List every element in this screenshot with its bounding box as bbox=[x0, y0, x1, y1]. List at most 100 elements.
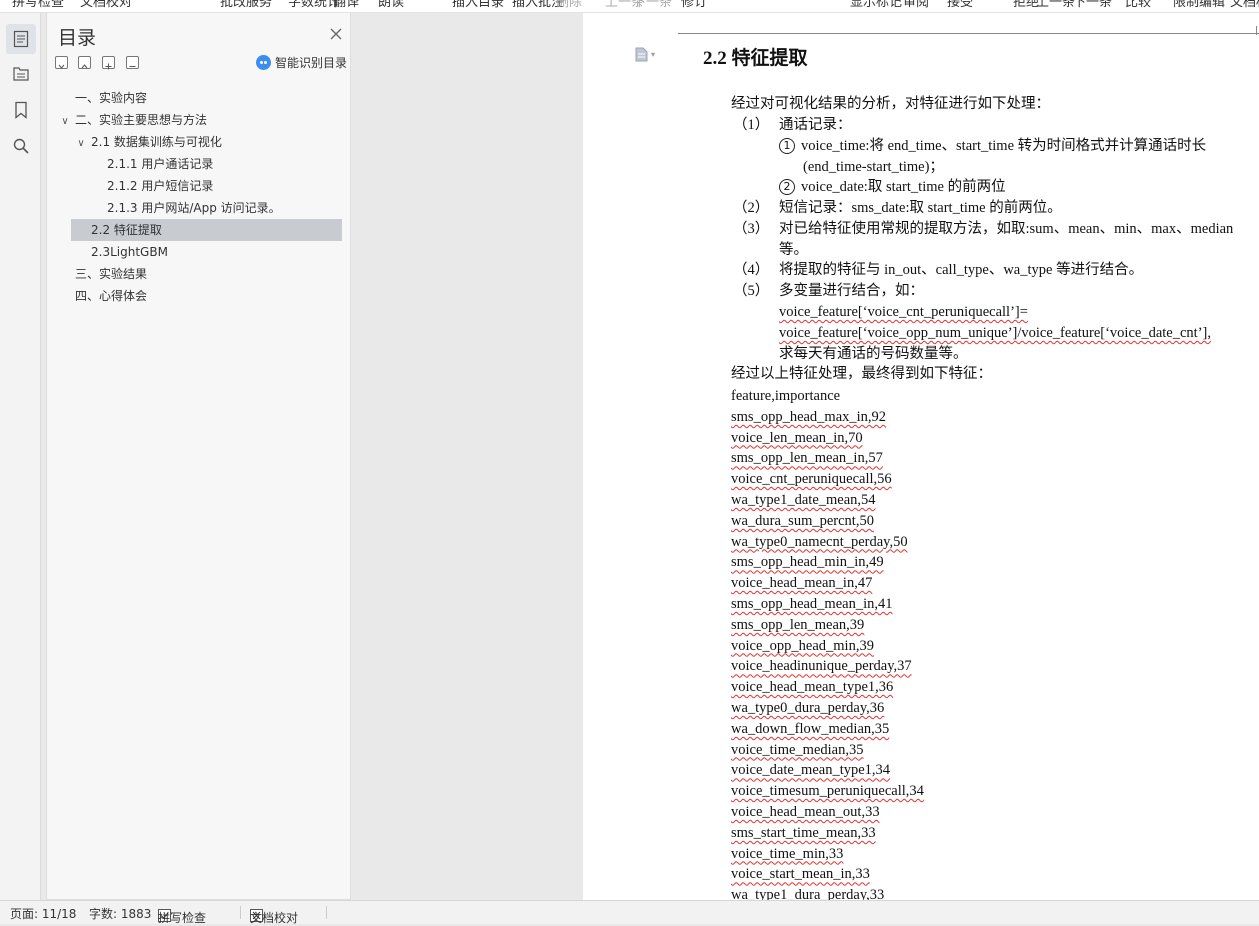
feature-row: voice_time_median,35 bbox=[731, 741, 864, 758]
paragraph-menu-icon[interactable]: ▾ bbox=[635, 47, 655, 62]
sub-item-continuation: (end_time-start_time)； bbox=[803, 159, 944, 175]
outline-icon[interactable] bbox=[6, 59, 36, 89]
toc-item-label: 四、心得体会 bbox=[75, 289, 148, 303]
formula-line: voice_feature[‘voice_opp_num_unique’]/vo… bbox=[779, 325, 1211, 341]
feature-row: wa_type0_dura_perday,36 bbox=[731, 700, 885, 716]
item-continuation: 等。 bbox=[779, 242, 808, 258]
feature-row: voice_start_mean_in,33 bbox=[731, 866, 870, 883]
summary-paragraph: 经过以上特征处理，最终得到如下特征： bbox=[731, 366, 992, 382]
sub-item: 1 voice_time:将 end_time、start_time 转为时间格式… bbox=[779, 136, 1206, 156]
item-continuation: 求每天有通话的号码数量等。 bbox=[779, 346, 968, 362]
close-icon[interactable] bbox=[330, 25, 344, 40]
ribbon-item[interactable]: 上一条 bbox=[1036, 0, 1075, 10]
feature-row: sms_opp_head_mean_in,41 bbox=[731, 596, 893, 612]
toc-item-label: 2.1 数据集训练与可视化 bbox=[91, 135, 222, 149]
feature-row: voice_head_mean_type1,36 bbox=[731, 679, 894, 696]
feature-row: voice_timesum_peruniquecall,34 bbox=[731, 783, 924, 800]
page-indicator[interactable]: 页面: 11/18 bbox=[10, 905, 76, 922]
collapse-all-icon[interactable] bbox=[55, 56, 68, 69]
ribbon-item[interactable]: 接受 bbox=[947, 0, 973, 10]
item-text: 短信记录：sms_date:取 start_time 的前两位。 bbox=[779, 200, 1062, 216]
smart-toc-button[interactable]: 智能识别目录 bbox=[256, 54, 347, 71]
toc-item[interactable]: 一、实验内容 bbox=[59, 87, 147, 109]
toc-item[interactable]: 2.1.1 用户通话记录 bbox=[59, 153, 213, 175]
toc-item-label: 2.1.1 用户通话记录 bbox=[107, 157, 214, 171]
document-margin bbox=[355, 13, 583, 900]
item-text: 多变量进行结合，如： bbox=[779, 283, 924, 299]
toc-item[interactable]: 2.3LightGBM bbox=[59, 241, 168, 263]
toc-item-label: 2.1.3 用户网站/App 访问记录。 bbox=[107, 201, 281, 215]
circled-number: 1 bbox=[779, 138, 795, 154]
expand-up-icon[interactable] bbox=[78, 56, 91, 69]
feature-row: sms_opp_len_mean,39 bbox=[731, 616, 865, 633]
ribbon-item[interactable]: 修订 bbox=[681, 0, 707, 10]
toc-item-label: 三、实验结果 bbox=[75, 267, 148, 281]
toc-item-label: 2.1.2 用户短信记录 bbox=[107, 179, 214, 193]
toc-title: 目录 bbox=[58, 27, 97, 49]
feature-row: wa_dura_sum_percnt,50 bbox=[731, 512, 874, 529]
ribbon-item[interactable]: 批改服务 bbox=[220, 0, 272, 10]
bookmark-icon[interactable] bbox=[6, 95, 36, 125]
spell-check-label: 拼写检查 bbox=[158, 911, 207, 925]
search-icon[interactable] bbox=[6, 131, 36, 161]
ribbon-item[interactable]: 下一条 bbox=[633, 0, 672, 10]
divider bbox=[326, 906, 327, 919]
toc-icon[interactable] bbox=[6, 24, 36, 54]
chevron-down-icon[interactable]: ∨ bbox=[75, 133, 87, 155]
toc-item-label: 一、实验内容 bbox=[75, 91, 148, 105]
sub-item-text: voice_time:将 end_time、start_time 转为时间格式并… bbox=[801, 138, 1207, 154]
ribbon-item[interactable]: 下一条 bbox=[1073, 0, 1112, 10]
page-border-line bbox=[678, 33, 1259, 34]
spell-check-button[interactable]: 拼写检查 ▾ bbox=[158, 905, 206, 925]
ribbon-item[interactable]: 拼写检查 bbox=[12, 0, 64, 10]
navigation-rail bbox=[0, 13, 41, 900]
intro-paragraph: 经过对可视化结果的分析，对特征进行如下处理： bbox=[731, 96, 1050, 112]
item-number: （5） bbox=[733, 283, 770, 299]
sub-item-text: voice_date:取 start_time 的前两位 bbox=[801, 179, 1006, 195]
toc-item[interactable]: ∨ 2.1 数据集训练与可视化 bbox=[59, 131, 222, 153]
toc-item[interactable]: 三、实验结果 bbox=[59, 263, 147, 285]
ribbon-item[interactable]: 文档校对 bbox=[80, 0, 132, 10]
ribbon-item[interactable]: 审阅 bbox=[903, 0, 929, 10]
status-bar: 页面: 11/18 字数: 1883 拼写检查 ▾ 文档校对 bbox=[0, 900, 1259, 925]
ribbon-item[interactable]: 比较 bbox=[1125, 0, 1151, 10]
toc-item[interactable]: 四、心得体会 bbox=[59, 285, 147, 307]
item-number: （1） bbox=[733, 117, 770, 133]
add-heading-icon[interactable] bbox=[102, 56, 115, 70]
sub-item: 2 voice_date:取 start_time 的前两位 bbox=[779, 177, 1006, 197]
toc-item[interactable]: 2.1.2 用户短信记录 bbox=[59, 175, 213, 197]
toc-item[interactable]: 2.2 特征提取 bbox=[71, 219, 342, 241]
feature-row: voice_time_min,33 bbox=[731, 845, 844, 862]
ribbon-item[interactable]: 限制编辑 bbox=[1173, 0, 1225, 10]
feature-row: sms_opp_head_min_in,49 bbox=[731, 554, 884, 571]
ribbon-item[interactable]: 删除 bbox=[556, 0, 582, 10]
page-corner-mark bbox=[1256, 26, 1257, 35]
toc-item[interactable]: ∨ 二、实验主要思想与方法 bbox=[59, 109, 207, 131]
smart-toc-icon bbox=[256, 55, 271, 70]
ribbon-item[interactable]: 朗读 bbox=[378, 0, 404, 10]
ribbon-item[interactable]: 显示标记 bbox=[850, 0, 902, 10]
chevron-down-icon[interactable]: ∨ bbox=[59, 111, 71, 133]
feature-header: feature,importance bbox=[731, 388, 841, 404]
feature-row: wa_down_flow_median,35 bbox=[731, 720, 890, 737]
feature-row: sms_opp_head_max_in,92 bbox=[731, 408, 887, 425]
remove-heading-icon[interactable] bbox=[126, 56, 139, 69]
ribbon-item[interactable]: 翻译 bbox=[333, 0, 359, 10]
feature-row: voice_opp_head_min,39 bbox=[731, 637, 874, 654]
feature-row: wa_type1_date_mean,54 bbox=[731, 492, 876, 508]
ribbon-toolbar: 拼写检查 文档校对 批改服务 字数统计 翻译 朗读 插入目录 插入批注 删除 上一条 下一条 修订 显示… bbox=[0, 0, 1259, 13]
feature-row: voice_len_mean_in,70 bbox=[731, 429, 863, 446]
item-number: （3） bbox=[733, 221, 770, 237]
feature-row: sms_opp_len_mean_in,57 bbox=[731, 450, 883, 467]
feature-row: wa_type1_dura_perday,33 bbox=[731, 887, 885, 900]
document-page[interactable]: ▾ 2.2 特征提取 经过对可视化结果的分析，对特征进行如下处理： （1） 通话… bbox=[583, 13, 1259, 900]
word-count[interactable]: 字数: 1883 bbox=[89, 905, 151, 922]
feature-row: wa_type0_namecnt_perday,50 bbox=[731, 533, 908, 550]
formula-line: voice_feature[‘voice_cnt_peruniquecall’]… bbox=[779, 304, 1028, 320]
ribbon-item[interactable]: 文档权限 bbox=[1230, 0, 1259, 10]
toc-item-label: 二、实验主要思想与方法 bbox=[75, 113, 208, 127]
toc-item[interactable]: 2.1.3 用户网站/App 访问记录。 bbox=[59, 197, 281, 219]
feature-row: voice_cnt_peruniquecall,56 bbox=[731, 471, 892, 488]
ribbon-item[interactable]: 插入目录 bbox=[452, 0, 504, 10]
toc-item-label: 2.2 特征提取 bbox=[91, 223, 162, 237]
